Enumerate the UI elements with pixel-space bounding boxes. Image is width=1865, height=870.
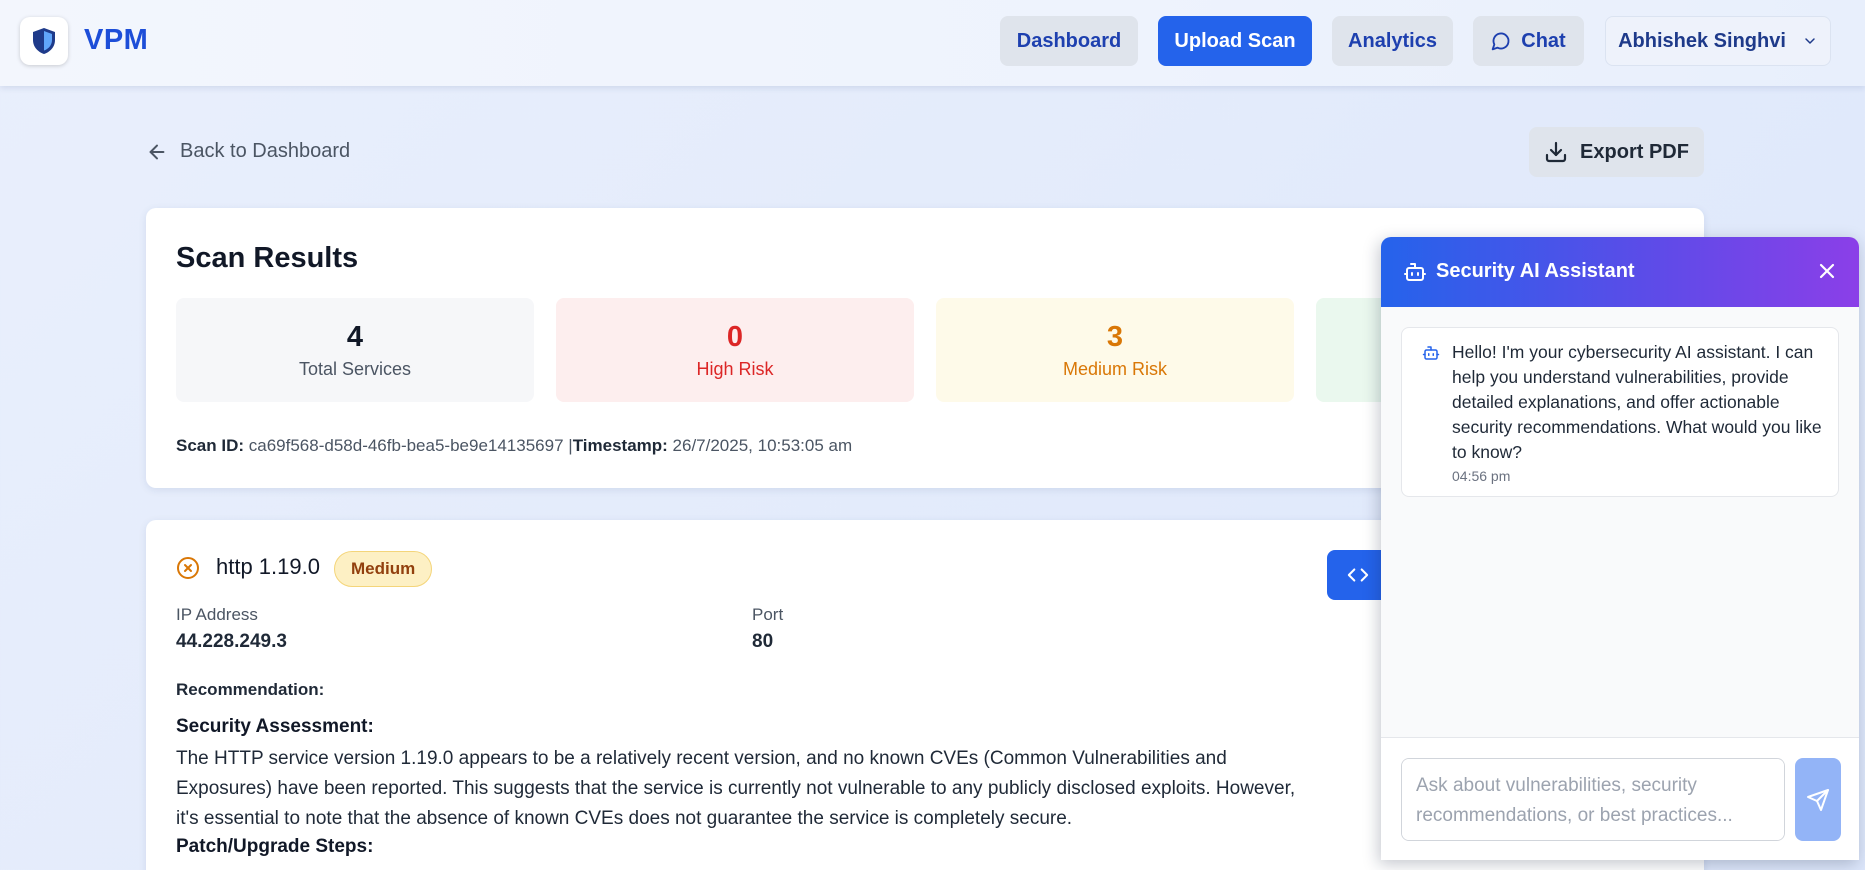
send-button[interactable] xyxy=(1795,758,1841,841)
back-to-dashboard-link[interactable]: Back to Dashboard xyxy=(146,140,350,163)
scan-meta: Scan ID: ca69f568-d58d-46fb-bea5-be9e141… xyxy=(176,436,852,456)
app-logo[interactable] xyxy=(20,17,68,65)
ip-address-value: 44.228.249.3 xyxy=(176,631,287,652)
nav-dashboard-button[interactable]: Dashboard xyxy=(1000,16,1138,66)
port-value: 80 xyxy=(752,631,774,652)
export-label: Export PDF xyxy=(1580,140,1689,163)
assessment-text: The HTTP service version 1.19.0 appears … xyxy=(176,748,1296,829)
nav-dashboard-label: Dashboard xyxy=(1016,29,1122,52)
x-circle-icon xyxy=(177,557,199,579)
nav-analytics-label: Analytics xyxy=(1348,29,1437,52)
ai-chat-panel: Security AI Assistant Hello! I'm your cy… xyxy=(1381,237,1859,860)
message-time: 04:56 pm xyxy=(1452,468,1511,484)
send-icon xyxy=(1807,788,1829,811)
severity-badge: Medium xyxy=(334,551,433,587)
chat-header: Security AI Assistant xyxy=(1381,237,1859,307)
code-icon xyxy=(1347,568,1369,582)
bot-icon xyxy=(1404,263,1426,281)
stat-medium-value: 3 xyxy=(1106,321,1124,354)
message-circle-icon xyxy=(1492,32,1510,51)
nav-upload-scan-button[interactable]: Upload Scan xyxy=(1158,16,1312,66)
shield-logo-icon xyxy=(33,28,55,54)
nav-analytics-button[interactable]: Analytics xyxy=(1332,16,1453,66)
nav-chat-label: Chat xyxy=(1521,29,1566,52)
page-title: Scan Results xyxy=(176,242,359,274)
chat-input-area xyxy=(1381,737,1859,860)
bot-icon xyxy=(1422,346,1440,360)
back-label: Back to Dashboard xyxy=(180,140,351,162)
message-text: Hello! I'm your cybersecurity AI assista… xyxy=(1452,342,1822,462)
assessment-heading: Security Assessment: xyxy=(176,716,374,737)
scan-id-label: Scan ID: xyxy=(176,436,245,455)
patch-heading: Patch/Upgrade Steps: xyxy=(176,836,374,857)
chevron-down-icon xyxy=(1805,38,1815,44)
brand-name[interactable]: VPM xyxy=(84,24,148,57)
stat-high-label: High Risk xyxy=(696,358,774,379)
download-icon xyxy=(1545,141,1567,163)
stat-medium-risk: 3 Medium Risk xyxy=(936,298,1294,402)
chat-message-input[interactable] xyxy=(1401,758,1785,841)
recommendation-label: Recommendation: xyxy=(176,680,325,699)
arrow-left-icon xyxy=(149,144,165,159)
timestamp-label: Timestamp: xyxy=(572,436,668,455)
chat-title: Security AI Assistant xyxy=(1436,260,1635,282)
close-icon[interactable] xyxy=(1815,259,1839,283)
nav-chat-button[interactable]: Chat xyxy=(1473,16,1584,66)
user-name: Abhishek Singhvi xyxy=(1618,29,1786,52)
stat-total-services: 4 Total Services xyxy=(176,298,534,402)
port-label: Port xyxy=(752,605,784,624)
user-menu-button[interactable]: Abhishek Singhvi xyxy=(1605,16,1831,66)
nav-upload-scan-label: Upload Scan xyxy=(1174,29,1296,52)
timestamp-value: 26/7/2025, 10:53:05 am xyxy=(672,436,853,455)
stat-high-value: 0 xyxy=(726,321,744,354)
assistant-message: Hello! I'm your cybersecurity AI assista… xyxy=(1401,327,1839,497)
stat-total-label: Total Services xyxy=(298,358,412,379)
service-name: http 1.19.0 xyxy=(216,554,320,579)
top-navbar: VPM Dashboard Upload Scan Analytics Chat… xyxy=(0,0,1865,86)
scan-id-value: ca69f568-d58d-46fb-bea5-be9e14135697 xyxy=(248,436,564,455)
stat-medium-label: Medium Risk xyxy=(1062,358,1168,379)
stat-high-risk: 0 High Risk xyxy=(556,298,914,402)
export-pdf-button[interactable]: Export PDF xyxy=(1529,127,1704,177)
stat-total-value: 4 xyxy=(346,321,364,354)
ip-address-label: IP Address xyxy=(176,605,258,624)
